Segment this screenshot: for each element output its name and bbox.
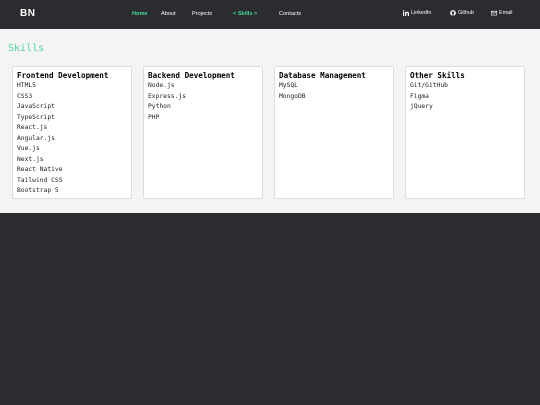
list-item: Tailwind CSS [17,176,63,184]
list-item: React Native [17,166,63,173]
envelope-icon [491,10,497,16]
list-item: TypeScript [17,113,55,121]
list-item: MongoDB [279,92,306,100]
list-item: Angular.js [17,134,55,142]
list-item: JavaScript [17,103,55,110]
list-item: Next.js [17,155,44,163]
list-item: jQuery [410,103,433,110]
nav-about[interactable]: About [161,11,176,17]
section-title: Skills [8,43,45,54]
list-item: React.js [17,124,48,131]
list-item: Vue.js [17,145,40,152]
github-icon [450,10,456,16]
linkedin-icon [403,10,409,16]
github-label: Github [458,10,474,16]
list-item: CSS3 [17,92,33,100]
card-title: Database Management [279,71,366,80]
list-item: HTML5 [17,82,36,89]
card-title: Backend Development [148,71,235,80]
skill-list: Node.js Express.js Python PHP [148,81,186,123]
list-item: PHP [148,113,160,121]
skill-card-database: Database Management MySQL MongoDB [274,66,394,199]
email-label: Email [499,10,513,16]
list-item: Python [148,103,171,110]
linkedin-link[interactable]: LinkedIn [403,10,431,16]
skill-card-other: Other Skills Git/GitHub Figma jQuery [405,66,525,199]
nav-contacts[interactable]: Contacts [279,11,301,17]
skill-card-backend: Backend Development Node.js Express.js P… [143,66,263,199]
nav-projects[interactable]: Projects [192,11,212,17]
linkedin-label: LinkedIn [411,10,432,16]
skill-list: MySQL MongoDB [279,81,306,102]
github-link[interactable]: Github [450,10,474,16]
nav-skills[interactable]: < Skills > [233,11,257,17]
card-title: Other Skills [410,71,465,80]
list-item: Figma [410,92,429,100]
list-item: Git/GitHub [410,82,448,89]
list-item: MySQL [279,82,298,89]
list-item: Bootstrap 5 [17,187,59,194]
nav-home[interactable]: Home [132,11,148,17]
email-link[interactable]: Email [491,10,512,16]
top-navbar: BN Home About Projects < Skills > Contac… [0,0,540,29]
skills-section: Skills Frontend Development HTML5 CSS3 J… [0,29,540,213]
skill-list: Git/GitHub Figma jQuery [410,81,448,113]
skill-card-frontend: Frontend Development HTML5 CSS3 JavaScri… [12,66,132,199]
skill-list: HTML5 CSS3 JavaScript TypeScript React.j… [17,81,63,197]
card-title: Frontend Development [17,71,109,80]
list-item: Express.js [148,92,186,100]
list-item: Node.js [148,82,175,89]
